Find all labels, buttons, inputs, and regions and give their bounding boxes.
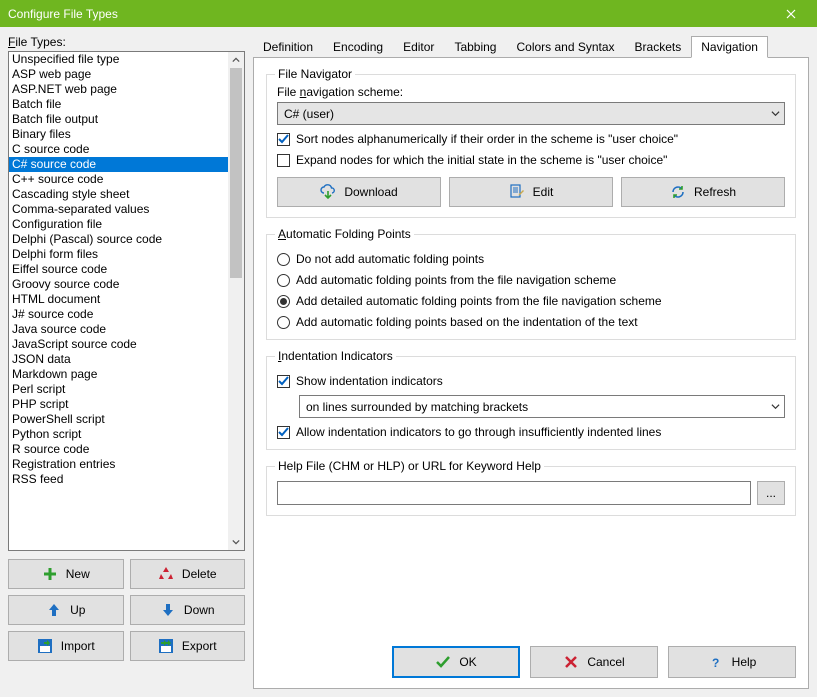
help-file-group: Help File (CHM or HLP) or URL for Keywor… <box>266 466 796 516</box>
group-legend: File Navigator <box>275 67 355 81</box>
tab-brackets[interactable]: Brackets <box>625 36 692 58</box>
check-icon <box>278 134 289 145</box>
list-item[interactable]: Binary files <box>9 127 228 142</box>
list-item[interactable]: Python script <box>9 427 228 442</box>
x-icon <box>563 654 579 670</box>
cancel-button[interactable]: Cancel <box>530 646 658 678</box>
show-indent-checkbox[interactable]: Show indentation indicators <box>277 374 785 388</box>
list-item[interactable]: C source code <box>9 142 228 157</box>
list-item[interactable]: Configuration file <box>9 217 228 232</box>
folding-group: Automatic Folding Points Do not add auto… <box>266 234 796 340</box>
down-button[interactable]: Down <box>130 595 246 625</box>
refresh-icon <box>670 184 686 200</box>
list-item[interactable]: JSON data <box>9 352 228 367</box>
list-item[interactable]: Comma-separated values <box>9 202 228 217</box>
floppy-import-icon <box>37 638 53 654</box>
indent-mode-combo[interactable]: on lines surrounded by matching brackets <box>299 395 785 418</box>
list-item[interactable]: ASP web page <box>9 67 228 82</box>
file-navigator-group: File Navigator File navigation scheme: C… <box>266 74 796 218</box>
ok-button[interactable]: OK <box>392 646 520 678</box>
indentation-group: Indentation Indicators Show indentation … <box>266 356 796 450</box>
scrollbar[interactable] <box>228 52 244 550</box>
scroll-down-icon[interactable] <box>228 534 244 550</box>
floppy-export-icon <box>158 638 174 654</box>
list-item[interactable]: Delphi form files <box>9 247 228 262</box>
refresh-button[interactable]: Refresh <box>621 177 785 207</box>
list-item[interactable]: Batch file <box>9 97 228 112</box>
list-item[interactable]: Batch file output <box>9 112 228 127</box>
list-item[interactable]: Perl script <box>9 382 228 397</box>
question-icon: ? <box>708 654 724 670</box>
delete-button[interactable]: Delete <box>130 559 246 589</box>
chevron-down-icon <box>771 109 780 118</box>
file-types-label: File Types: <box>8 35 245 49</box>
close-button[interactable] <box>771 3 811 25</box>
list-item[interactable]: PHP script <box>9 397 228 412</box>
check-icon <box>278 427 289 438</box>
list-item[interactable]: C# source code <box>9 157 228 172</box>
scrollbar-thumb[interactable] <box>230 68 242 278</box>
download-button[interactable]: Download <box>277 177 441 207</box>
list-item[interactable]: JavaScript source code <box>9 337 228 352</box>
list-item[interactable]: Eiffel source code <box>9 262 228 277</box>
check-icon <box>278 376 289 387</box>
tab-colors-and-syntax[interactable]: Colors and Syntax <box>506 36 624 58</box>
tab-editor[interactable]: Editor <box>393 36 444 58</box>
list-item[interactable]: RSS feed <box>9 472 228 487</box>
tab-encoding[interactable]: Encoding <box>323 36 393 58</box>
list-item[interactable]: Unspecified file type <box>9 52 228 67</box>
expand-checkbox[interactable]: Expand nodes for which the initial state… <box>277 153 785 167</box>
folding-radio-3[interactable]: Add automatic folding points based on th… <box>277 315 785 329</box>
folding-radio-2[interactable]: Add detailed automatic folding points fr… <box>277 294 785 308</box>
cloud-download-icon <box>320 184 336 200</box>
window-title: Configure File Types <box>8 7 118 21</box>
tab-tabbing[interactable]: Tabbing <box>444 36 506 58</box>
list-item[interactable]: Registration entries <box>9 457 228 472</box>
list-item[interactable]: Delphi (Pascal) source code <box>9 232 228 247</box>
list-item[interactable]: R source code <box>9 442 228 457</box>
help-file-input[interactable] <box>277 481 751 505</box>
scroll-up-icon[interactable] <box>228 52 244 68</box>
new-button[interactable]: New <box>8 559 124 589</box>
list-item[interactable]: Groovy source code <box>9 277 228 292</box>
list-item[interactable]: C++ source code <box>9 172 228 187</box>
group-legend: Indentation Indicators <box>275 349 396 363</box>
folding-radio-0[interactable]: Do not add automatic folding points <box>277 252 785 266</box>
list-item[interactable]: Markdown page <box>9 367 228 382</box>
tab-bar: DefinitionEncodingEditorTabbingColors an… <box>253 35 809 58</box>
list-item[interactable]: HTML document <box>9 292 228 307</box>
folding-radio-1[interactable]: Add automatic folding points from the fi… <box>277 273 785 287</box>
list-item[interactable]: Cascading style sheet <box>9 187 228 202</box>
group-legend: Help File (CHM or HLP) or URL for Keywor… <box>275 459 544 473</box>
allow-indent-checkbox[interactable]: Allow indentation indicators to go throu… <box>277 425 785 439</box>
recycle-icon <box>158 566 174 582</box>
list-item[interactable]: ASP.NET web page <box>9 82 228 97</box>
tab-navigation[interactable]: Navigation <box>691 36 768 58</box>
titlebar: Configure File Types <box>0 0 817 27</box>
check-icon <box>435 654 451 670</box>
browse-button[interactable]: ... <box>757 481 785 505</box>
edit-button[interactable]: Edit <box>449 177 613 207</box>
file-types-listbox[interactable]: Unspecified file typeASP web pageASP.NET… <box>8 51 245 551</box>
up-button[interactable]: Up <box>8 595 124 625</box>
tab-definition[interactable]: Definition <box>253 36 323 58</box>
plus-icon <box>42 566 58 582</box>
export-button[interactable]: Export <box>130 631 246 661</box>
arrow-up-icon <box>46 602 62 618</box>
svg-text:?: ? <box>712 656 719 670</box>
group-legend: Automatic Folding Points <box>275 227 414 241</box>
list-item[interactable]: PowerShell script <box>9 412 228 427</box>
import-button[interactable]: Import <box>8 631 124 661</box>
sort-checkbox[interactable]: Sort nodes alphanumerically if their ord… <box>277 132 785 146</box>
list-item[interactable]: Java source code <box>9 322 228 337</box>
chevron-down-icon <box>771 402 780 411</box>
edit-icon <box>509 184 525 200</box>
help-button[interactable]: ?Help <box>668 646 796 678</box>
list-item[interactable]: J# source code <box>9 307 228 322</box>
scheme-combo[interactable]: C# (user) <box>277 102 785 125</box>
scheme-label: File navigation scheme: <box>277 85 785 99</box>
arrow-down-icon <box>160 602 176 618</box>
